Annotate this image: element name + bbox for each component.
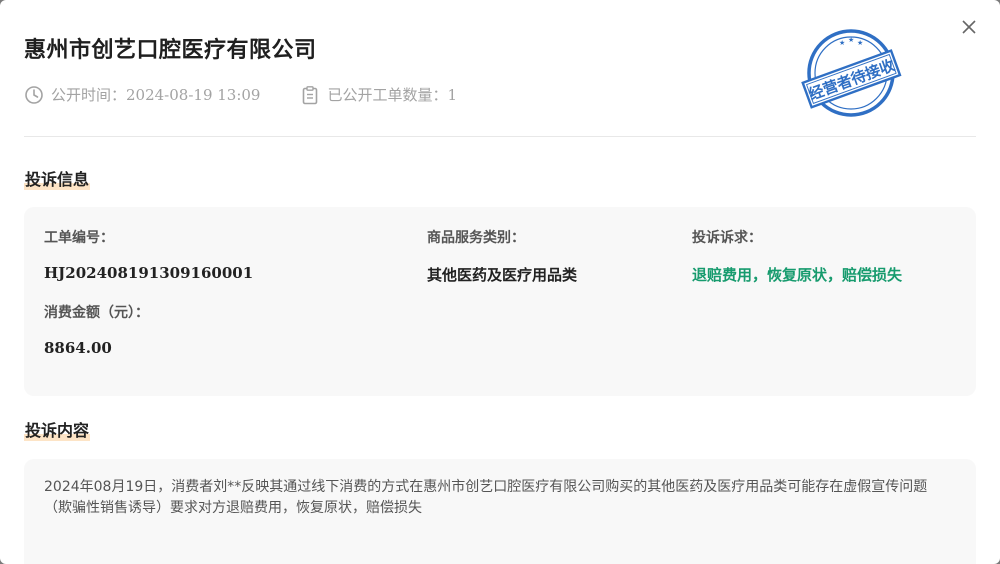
- svg-text:★: ★: [839, 39, 845, 47]
- header-divider: [24, 136, 976, 137]
- status-stamp: ★ ★ ★ 经营者待接收: [801, 29, 902, 117]
- section-title-complaint-content: 投诉内容: [24, 417, 91, 441]
- section-title-complaint-info: 投诉信息: [24, 166, 91, 190]
- amount-label: 消费金额（元）：: [44, 305, 149, 321]
- field-demand: 投诉诉求： 退赔费用，恢复原状，赔偿损失: [692, 227, 902, 285]
- ticket-no-value: HJ202408191309160001: [44, 264, 254, 282]
- field-amount: 消费金额（元）： 8864.00: [44, 302, 149, 357]
- meta-row: 公开时间：2024-08-19 13:09 已公开工单数量：1: [24, 84, 497, 105]
- publish-time: 公开时间：2024-08-19 13:09: [24, 84, 260, 105]
- svg-text:★: ★: [848, 36, 854, 44]
- complaint-info-card: 工单编号： HJ202408191309160001 商品服务类别： 其他医药及…: [24, 207, 976, 396]
- ticket-count: 已公开工单数量：1: [300, 84, 457, 105]
- field-category: 商品服务类别： 其他医药及医疗用品类: [427, 227, 577, 285]
- category-value: 其他医药及医疗用品类: [427, 266, 578, 284]
- demand-label: 投诉诉求：: [692, 230, 762, 246]
- amount-value: 8864.00: [44, 339, 112, 357]
- company-name: 惠州市创艺口腔医疗有限公司: [24, 38, 317, 63]
- ticket-no-label: 工单编号：: [44, 230, 114, 246]
- svg-text:★: ★: [857, 39, 863, 47]
- ticket-count-text: 已公开工单数量：1: [327, 86, 458, 104]
- complaint-content-card: 2024年08月19日，消费者刘**反映其通过线下消费的方式在惠州市创艺口腔医疗…: [24, 459, 976, 564]
- close-button[interactable]: [958, 16, 980, 38]
- category-label: 商品服务类别：: [427, 230, 525, 246]
- complaint-content-text: 2024年08月19日，消费者刘**反映其通过线下消费的方式在惠州市创艺口腔医疗…: [44, 479, 928, 516]
- clipboard-icon: [303, 85, 318, 104]
- field-ticket-no: 工单编号： HJ202408191309160001: [44, 227, 253, 282]
- complaint-detail-modal: 惠州市创艺口腔医疗有限公司 公开时间：2024-08-19 13:09 已公开工…: [0, 0, 1000, 564]
- demand-value: 退赔费用，恢复原状，赔偿损失: [692, 266, 903, 284]
- clock-icon: [25, 85, 43, 104]
- publish-time-text: 公开时间：2024-08-19 13:09: [51, 86, 261, 104]
- close-icon: [962, 20, 976, 34]
